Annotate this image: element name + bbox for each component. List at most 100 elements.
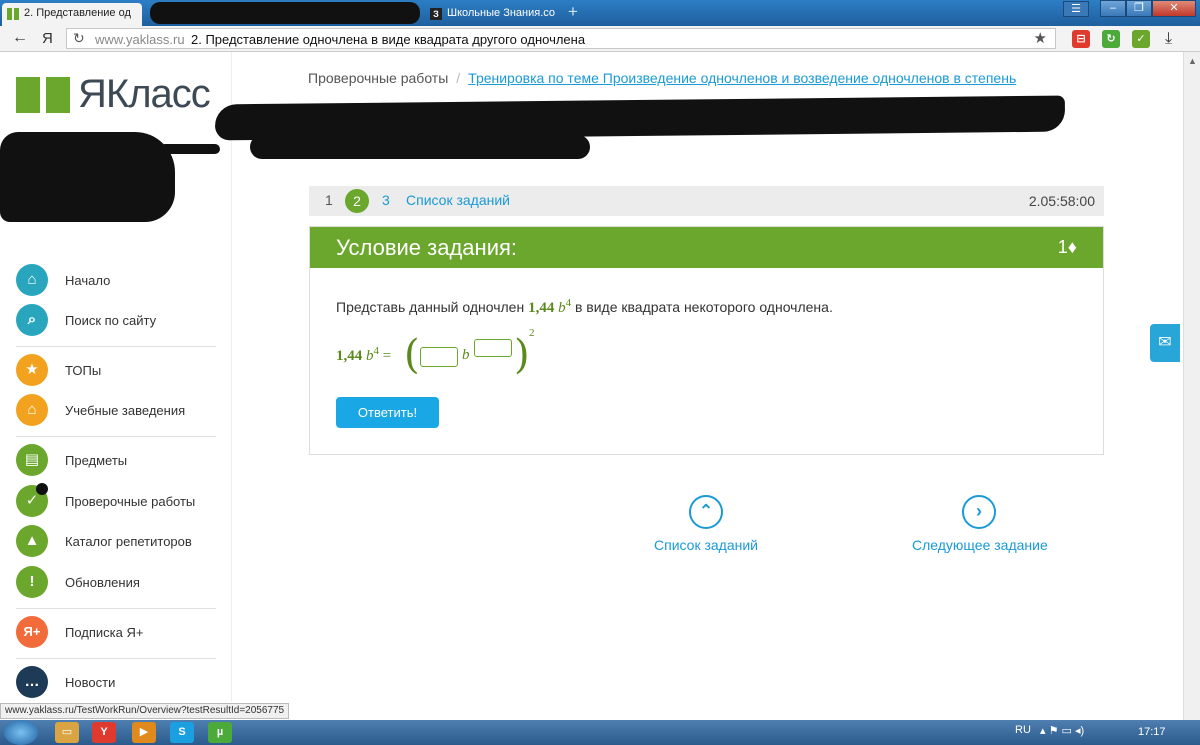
- redacted-page-title: [250, 135, 590, 159]
- back-arrow-icon[interactable]: ←: [12, 29, 28, 47]
- minimize-button[interactable]: –: [1100, 0, 1126, 17]
- task-title: Условие задания:: [336, 235, 518, 260]
- sidebar-item-subscription[interactable]: Я+ Подписка Я+: [16, 615, 226, 649]
- new-tab-button[interactable]: +: [568, 3, 578, 21]
- status-bar-url: www.yaklass.ru/TestWorkRun/Overview?test…: [0, 703, 290, 719]
- download-icon[interactable]: ⤓: [1165, 30, 1172, 48]
- task-list-link[interactable]: Список заданий: [406, 192, 510, 208]
- ext-check-icon[interactable]: ✓: [1132, 30, 1150, 48]
- ext-refresh-icon[interactable]: ↻: [1102, 30, 1120, 48]
- sidebar-item-tops[interactable]: ★ ТОПы: [16, 353, 226, 387]
- building-icon: ⌂: [16, 394, 48, 426]
- folder-icon[interactable]: ▭: [55, 722, 79, 743]
- keyboard-language[interactable]: RU: [1015, 724, 1031, 736]
- divider: [16, 658, 216, 659]
- equation-lhs: 1,44 b4 =: [336, 345, 391, 365]
- breadcrumb-current-link[interactable]: Тренировка по теме Произведение одночлен…: [468, 70, 1016, 86]
- task-number-1[interactable]: 1: [325, 192, 333, 208]
- eq-var: b: [462, 347, 470, 363]
- sidebar-item-tests[interactable]: ✓ Проверочные работы: [16, 483, 226, 518]
- task-list-label[interactable]: Список заданий: [654, 537, 758, 553]
- sidebar-item-updates[interactable]: ! Обновления: [16, 565, 226, 599]
- star-icon: ★: [16, 354, 48, 386]
- media-player-icon[interactable]: ▶: [132, 722, 156, 743]
- redacted-user-info: [0, 132, 175, 222]
- yaklass-logo[interactable]: ЯКласс: [16, 72, 211, 117]
- breadcrumb: Проверочные работы / Тренировка по теме Пр…: [308, 70, 1016, 86]
- answer-button[interactable]: Ответить!: [336, 397, 439, 428]
- chevron-right-icon[interactable]: ›: [962, 495, 996, 529]
- coefficient-input[interactable]: [420, 347, 458, 367]
- divider: [16, 346, 216, 347]
- url-field[interactable]: ↻ www.yaklass.ru 2. Представление одночл…: [66, 28, 1056, 49]
- yandex-home-button[interactable]: Я: [42, 30, 53, 47]
- sidebar-item-subjects[interactable]: ▤ Предметы: [16, 443, 226, 477]
- breadcrumb-root[interactable]: Проверочные работы: [308, 70, 448, 86]
- system-tray-icons[interactable]: ▴ ⚑ ▭ ◂): [1040, 724, 1084, 737]
- sidebar-item-label: Поиск по сайту: [65, 312, 157, 328]
- task-number-2-current[interactable]: 2: [345, 189, 369, 213]
- task-pagination: 1 2 3 Список заданий 2.05:58:00: [309, 186, 1104, 216]
- torrent-icon[interactable]: µ: [208, 722, 232, 743]
- check-icon: ✓: [16, 483, 48, 517]
- statement-text: Представь данный одночлен: [336, 299, 529, 315]
- window-controls: – ❐ ✕: [1100, 0, 1196, 18]
- sidebar-item-tutors[interactable]: ▲ Каталог репетиторов: [16, 524, 226, 558]
- tab-label: Школьные Знания.со: [447, 7, 556, 19]
- scrollbar[interactable]: ▲: [1183, 52, 1200, 720]
- url-host: www.yaklass.ru: [95, 32, 185, 47]
- next-task-nav[interactable]: › Следующее задание: [912, 495, 1048, 553]
- open-paren: (: [404, 332, 420, 378]
- sidebar-item-schools[interactable]: ⌂ Учебные заведения: [16, 393, 226, 427]
- chevron-up-icon[interactable]: ⌃: [689, 495, 723, 529]
- breadcrumb-separator: /: [456, 70, 461, 86]
- chat-icon: …: [16, 666, 48, 698]
- scroll-up-arrow-icon[interactable]: ▲: [1188, 56, 1197, 66]
- sidebar-item-label: Обновления: [65, 574, 140, 590]
- sidebar-item-search[interactable]: ⌕ Поиск по сайту: [16, 303, 226, 337]
- next-task-label[interactable]: Следующее задание: [912, 537, 1048, 553]
- clock[interactable]: 17:17: [1138, 726, 1166, 738]
- task-points: 1♦: [1057, 237, 1077, 257]
- timer: 2.05:58:00: [1028, 193, 1095, 209]
- task-header: Условие задания: 1♦: [310, 227, 1103, 268]
- statement-text: в виде квадрата некоторого одночлена.: [571, 299, 833, 315]
- task-statement: Представь данный одночлен 1,44 b4 в виде…: [336, 297, 833, 317]
- ext-shop-icon[interactable]: ⊟: [1072, 30, 1090, 48]
- lhs-var: b: [366, 348, 374, 364]
- skype-icon[interactable]: S: [170, 722, 194, 743]
- sidebar-item-label: Подписка Я+: [65, 624, 144, 640]
- divider: [16, 436, 216, 437]
- task-number-3[interactable]: 3: [382, 192, 390, 208]
- maximize-button[interactable]: ❐: [1126, 0, 1152, 17]
- sidebar-item-home[interactable]: ⌂ Начало: [16, 263, 226, 297]
- lhs-coef: 1,44: [336, 348, 363, 364]
- redacted-user-info: [160, 144, 220, 154]
- monomial: 1,44 b4: [528, 297, 571, 316]
- reload-icon[interactable]: ↻: [73, 30, 85, 47]
- bookmark-star-icon[interactable]: ★: [1034, 29, 1047, 47]
- windows-start-icon[interactable]: [4, 720, 38, 745]
- sidebar-item-news[interactable]: … Новости: [16, 665, 226, 699]
- tab-yaklass[interactable]: 2. Представление од: [2, 3, 142, 26]
- exponent-input[interactable]: [474, 339, 512, 357]
- outer-exponent: 2: [529, 327, 535, 339]
- sidebar-item-label: ТОПы: [65, 362, 102, 378]
- task-list-nav[interactable]: ⌃ Список заданий: [654, 495, 758, 553]
- feedback-mail-icon[interactable]: ✉: [1150, 324, 1180, 362]
- sidebar-item-label: Проверочные работы: [65, 493, 196, 509]
- address-bar: ← Я ↻ www.yaklass.ru 2. Представление од…: [0, 26, 1200, 52]
- lhs-exp: 4: [373, 345, 380, 357]
- close-button[interactable]: ✕: [1152, 0, 1196, 17]
- close-paren: ): [514, 332, 530, 378]
- task-card: Условие задания: 1♦ Представь данный одн…: [309, 226, 1104, 455]
- yandex-browser-icon[interactable]: Y: [92, 722, 116, 743]
- book-icon: ▤: [16, 444, 48, 476]
- ya-plus-icon: Я+: [16, 616, 48, 648]
- tab-znanija[interactable]: З Школьные Знания.со: [425, 3, 565, 26]
- browser-tab-bar: 2. Представление од З Школьные Знания.со…: [0, 0, 1200, 26]
- graduation-cap-icon: ▲: [16, 525, 48, 557]
- browser-menu-button[interactable]: ☰: [1063, 1, 1089, 17]
- equals-sign: =: [382, 348, 392, 364]
- sidebar-item-label: Начало: [65, 272, 111, 288]
